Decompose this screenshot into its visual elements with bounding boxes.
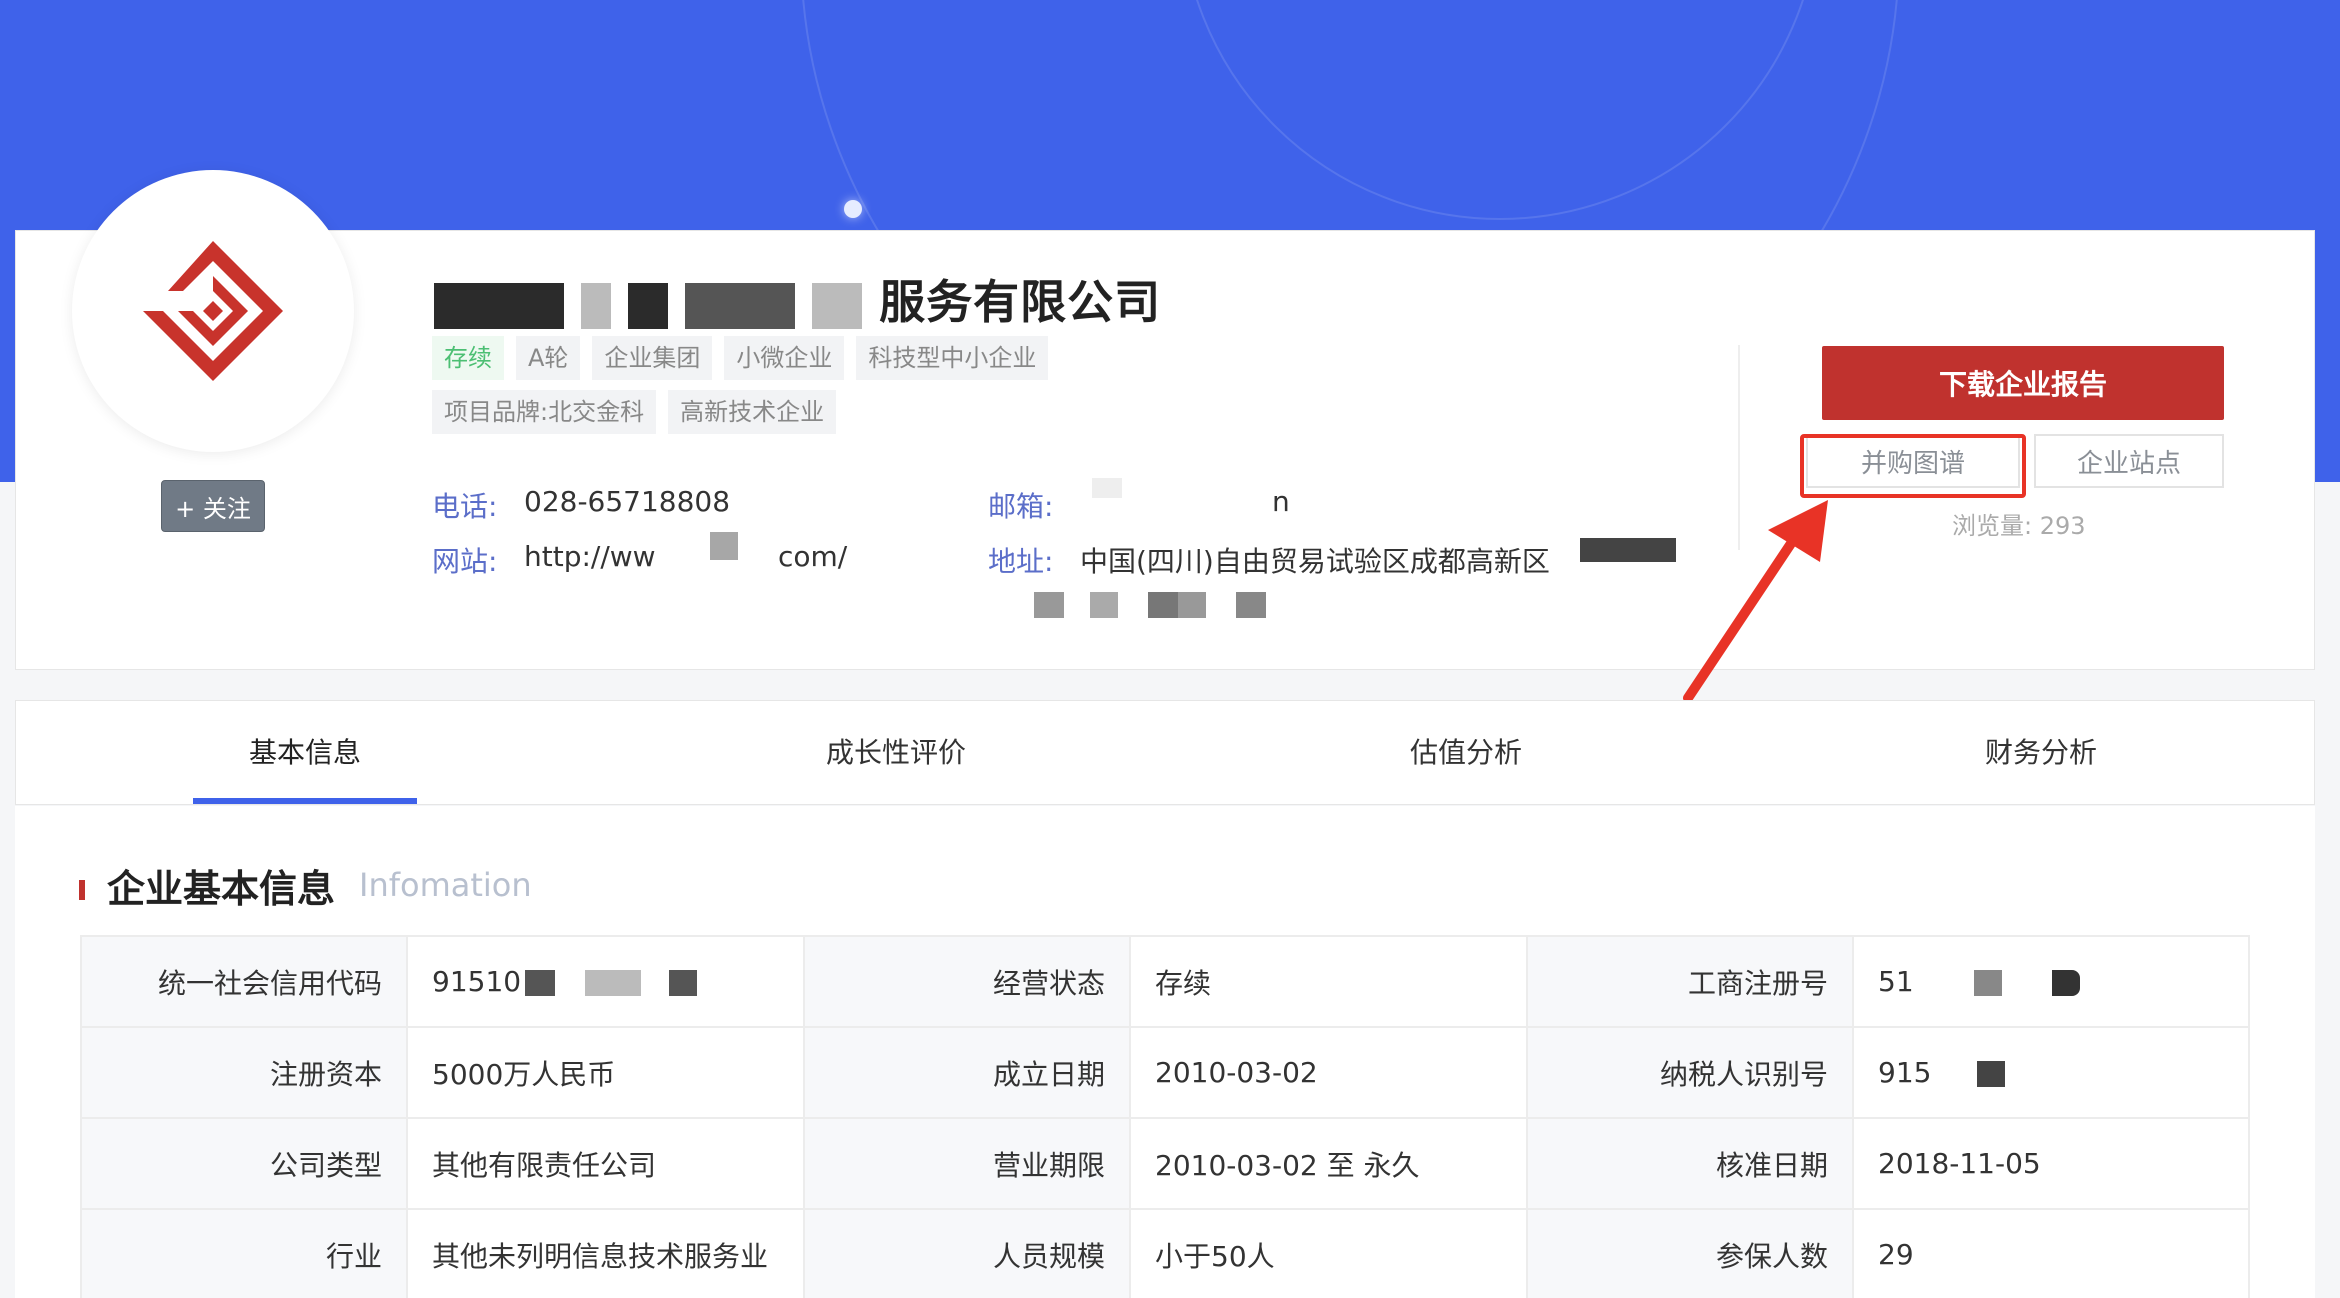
view-count: 浏览量: 293: [1952, 506, 2086, 541]
email-label: 邮箱:: [988, 490, 1054, 523]
table-key: 成立日期: [803, 1026, 1131, 1119]
tab-active-indicator: [193, 798, 417, 804]
tab-valuation[interactable]: 估值分析: [1346, 701, 1586, 804]
redacted-block: [1236, 592, 1266, 618]
table-value-text: 91510: [432, 965, 522, 998]
tab-basic-info[interactable]: 基本信息: [193, 701, 417, 804]
redacted-block: [1973, 970, 2002, 996]
basic-info-section: 企业基本信息 Infomation 统一社会信用代码 91510 经营状态 存续…: [15, 806, 2315, 1298]
tag-list: 存续 A轮 企业集团 小微企业 科技型中小企业 项目品牌:北交金科 高新技术企业: [432, 336, 1072, 444]
table-value: 存续: [1129, 935, 1528, 1028]
redacted-block: [585, 970, 642, 996]
table-value: 51: [1852, 935, 2250, 1028]
website-prefix[interactable]: http://ww: [524, 540, 656, 573]
address-value: 中国(四川)自由贸易试验区成都高新区: [1080, 545, 1550, 578]
table-key: 经营状态: [803, 935, 1131, 1028]
table-value: 其他未列明信息技术服务业: [406, 1208, 805, 1298]
highlight-box: [1800, 434, 2026, 498]
table-row: 注册资本 5000万人民币 成立日期 2010-03-02 纳税人识别号 915: [80, 1026, 2250, 1119]
phone-label: 电话:: [432, 490, 498, 523]
redacted-block: [581, 282, 612, 329]
download-report-button[interactable]: 下载企业报告: [1822, 346, 2224, 420]
redacted-block: [1178, 592, 1206, 618]
decor-dot: [844, 200, 862, 218]
table-key: 营业期限: [803, 1117, 1131, 1210]
redacted-block: [1977, 1061, 2006, 1087]
table-value-text: 915: [1878, 1056, 1932, 1089]
tag-status: 存续: [432, 336, 504, 380]
view-count-label: 浏览量:: [1952, 512, 2033, 540]
table-key: 注册资本: [80, 1026, 408, 1119]
basic-info-table: 统一社会信用代码 91510 经营状态 存续 工商注册号 51 注册资本 500…: [80, 935, 2250, 1298]
table-value: 91510: [406, 935, 805, 1028]
redacted-block: [1580, 538, 1676, 562]
tab-bar: 基本信息 成长性评价 估值分析 财务分析: [15, 700, 2315, 805]
follow-button[interactable]: + 关注: [161, 480, 265, 532]
tag-high-tech: 高新技术企业: [668, 390, 837, 434]
annotation-arrow: [1683, 500, 1828, 703]
tab-growth[interactable]: 成长性评价: [776, 701, 1016, 804]
tag-micro: 小微企业: [724, 336, 845, 380]
redacted-block: [434, 282, 564, 329]
company-logo: [72, 170, 354, 452]
redacted-block: [1148, 592, 1178, 618]
address-label: 地址:: [988, 545, 1054, 578]
website-label: 网站:: [432, 545, 498, 578]
table-value: 5000万人民币: [406, 1026, 805, 1119]
tag-brand: 项目品牌:北交金科: [432, 390, 657, 434]
redacted-block: [685, 282, 796, 329]
tag-group: 企业集团: [592, 336, 713, 380]
table-key: 参保人数: [1526, 1208, 1854, 1298]
company-name: 服务有限公司: [434, 266, 1161, 332]
section-subtitle: Infomation: [359, 866, 532, 904]
tab-finance[interactable]: 财务分析: [1921, 701, 2161, 804]
table-value: 29: [1852, 1208, 2250, 1298]
table-value-text: 51: [1878, 965, 1914, 998]
table-key: 统一社会信用代码: [80, 935, 408, 1028]
company-name-text: 服务有限公司: [879, 275, 1162, 329]
company-logo-icon: [143, 241, 283, 381]
table-value: 其他有限责任公司: [406, 1117, 805, 1210]
table-row: 公司类型 其他有限责任公司 营业期限 2010-03-02 至 永久 核准日期 …: [80, 1117, 2250, 1210]
table-value: 小于50人: [1129, 1208, 1528, 1298]
redacted-block: [1090, 592, 1118, 618]
table-value: 915: [1852, 1026, 2250, 1119]
table-key: 公司类型: [80, 1117, 408, 1210]
redacted-block: [628, 282, 669, 329]
redacted-block: [1092, 478, 1122, 498]
tag-round: A轮: [516, 336, 581, 380]
website-suffix[interactable]: com/: [778, 540, 847, 573]
table-key: 核准日期: [1526, 1117, 1854, 1210]
table-key: 人员规模: [803, 1208, 1131, 1298]
redacted-block: [812, 282, 863, 329]
company-site-button[interactable]: 企业站点: [2034, 434, 2224, 488]
section-marker: [79, 880, 85, 900]
phone-value: 028-65718808: [524, 485, 731, 518]
redacted-block: [669, 970, 698, 996]
tag-tech-sme: 科技型中小企业: [856, 336, 1049, 380]
table-value: 2010-03-02 至 永久: [1129, 1117, 1528, 1210]
redacted-block: [2051, 970, 2080, 996]
table-key: 纳税人识别号: [1526, 1026, 1854, 1119]
table-key: 行业: [80, 1208, 408, 1298]
redacted-block: [710, 532, 738, 560]
redacted-block: [1034, 592, 1064, 618]
table-key: 工商注册号: [1526, 935, 1854, 1028]
section-title: 企业基本信息: [107, 867, 336, 911]
table-value: 2018-11-05: [1852, 1117, 2250, 1210]
table-row: 统一社会信用代码 91510 经营状态 存续 工商注册号 51: [80, 935, 2250, 1028]
table-row: 行业 其他未列明信息技术服务业 人员规模 小于50人 参保人数 29: [80, 1208, 2250, 1298]
redacted-block: [525, 970, 556, 996]
view-count-value: 293: [2039, 512, 2086, 540]
email-value[interactable]: n: [1272, 485, 1290, 518]
table-value: 2010-03-02: [1129, 1026, 1528, 1119]
